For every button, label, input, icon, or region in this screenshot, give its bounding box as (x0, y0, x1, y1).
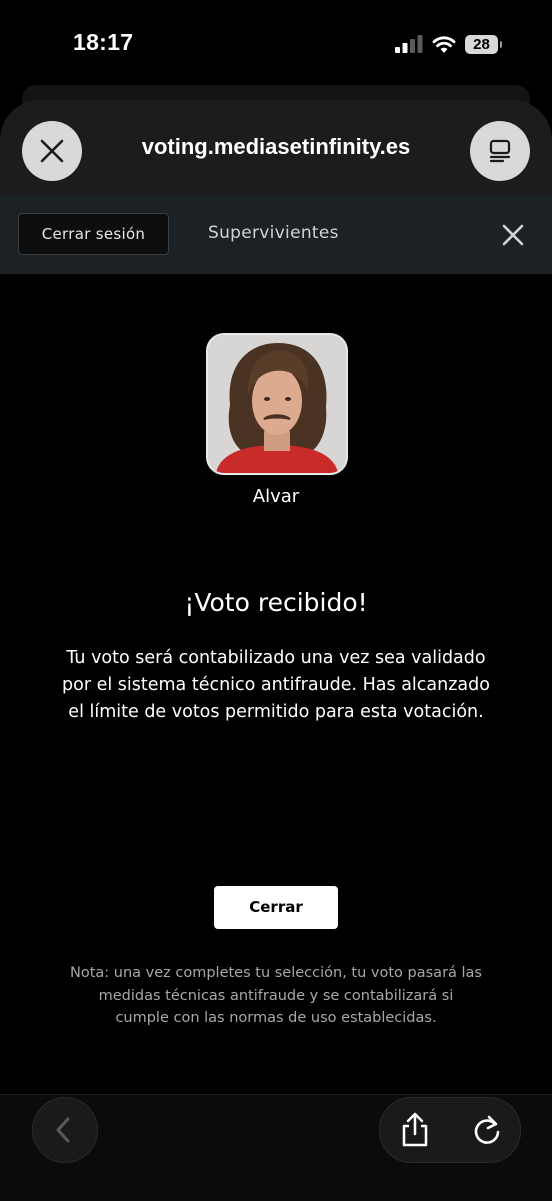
logout-button[interactable]: Cerrar sesión (18, 213, 169, 255)
reload-icon[interactable] (472, 1114, 502, 1146)
browser-header: voting.mediasetinfinity.es (0, 100, 552, 196)
cellular-signal-icon (395, 35, 423, 53)
site-title: Supervivientes (208, 223, 339, 243)
tabs-button[interactable] (470, 121, 530, 181)
vote-received-title: ¡Voto recibido! (184, 588, 368, 617)
wifi-icon (432, 36, 456, 53)
close-browser-button[interactable] (22, 121, 82, 181)
url-label[interactable]: voting.mediasetinfinity.es (90, 134, 462, 160)
back-icon (56, 1117, 70, 1143)
status-time: 18:17 (73, 29, 134, 55)
candidate-name: Alvar (252, 486, 300, 507)
candidate-photo (206, 333, 348, 475)
status-bar: 18:17 28 (0, 0, 552, 90)
back-button[interactable] (32, 1097, 98, 1163)
close-icon[interactable] (500, 222, 526, 248)
site-bar: Cerrar sesión Supervivientes (0, 196, 552, 274)
share-icon[interactable] (398, 1112, 432, 1148)
battery-icon: 28 (465, 35, 502, 54)
vote-message: Tu voto será contabilizado una vez sea v… (62, 648, 490, 722)
tabs-icon (489, 139, 511, 163)
note-text: Nota: una vez completes tu selección, tu… (70, 965, 482, 1026)
close-button[interactable]: Cerrar (214, 886, 338, 929)
bottom-toolbar (0, 1094, 552, 1201)
candidate-portrait-image (208, 335, 346, 473)
action-pill (379, 1097, 521, 1163)
close-icon (40, 139, 64, 163)
